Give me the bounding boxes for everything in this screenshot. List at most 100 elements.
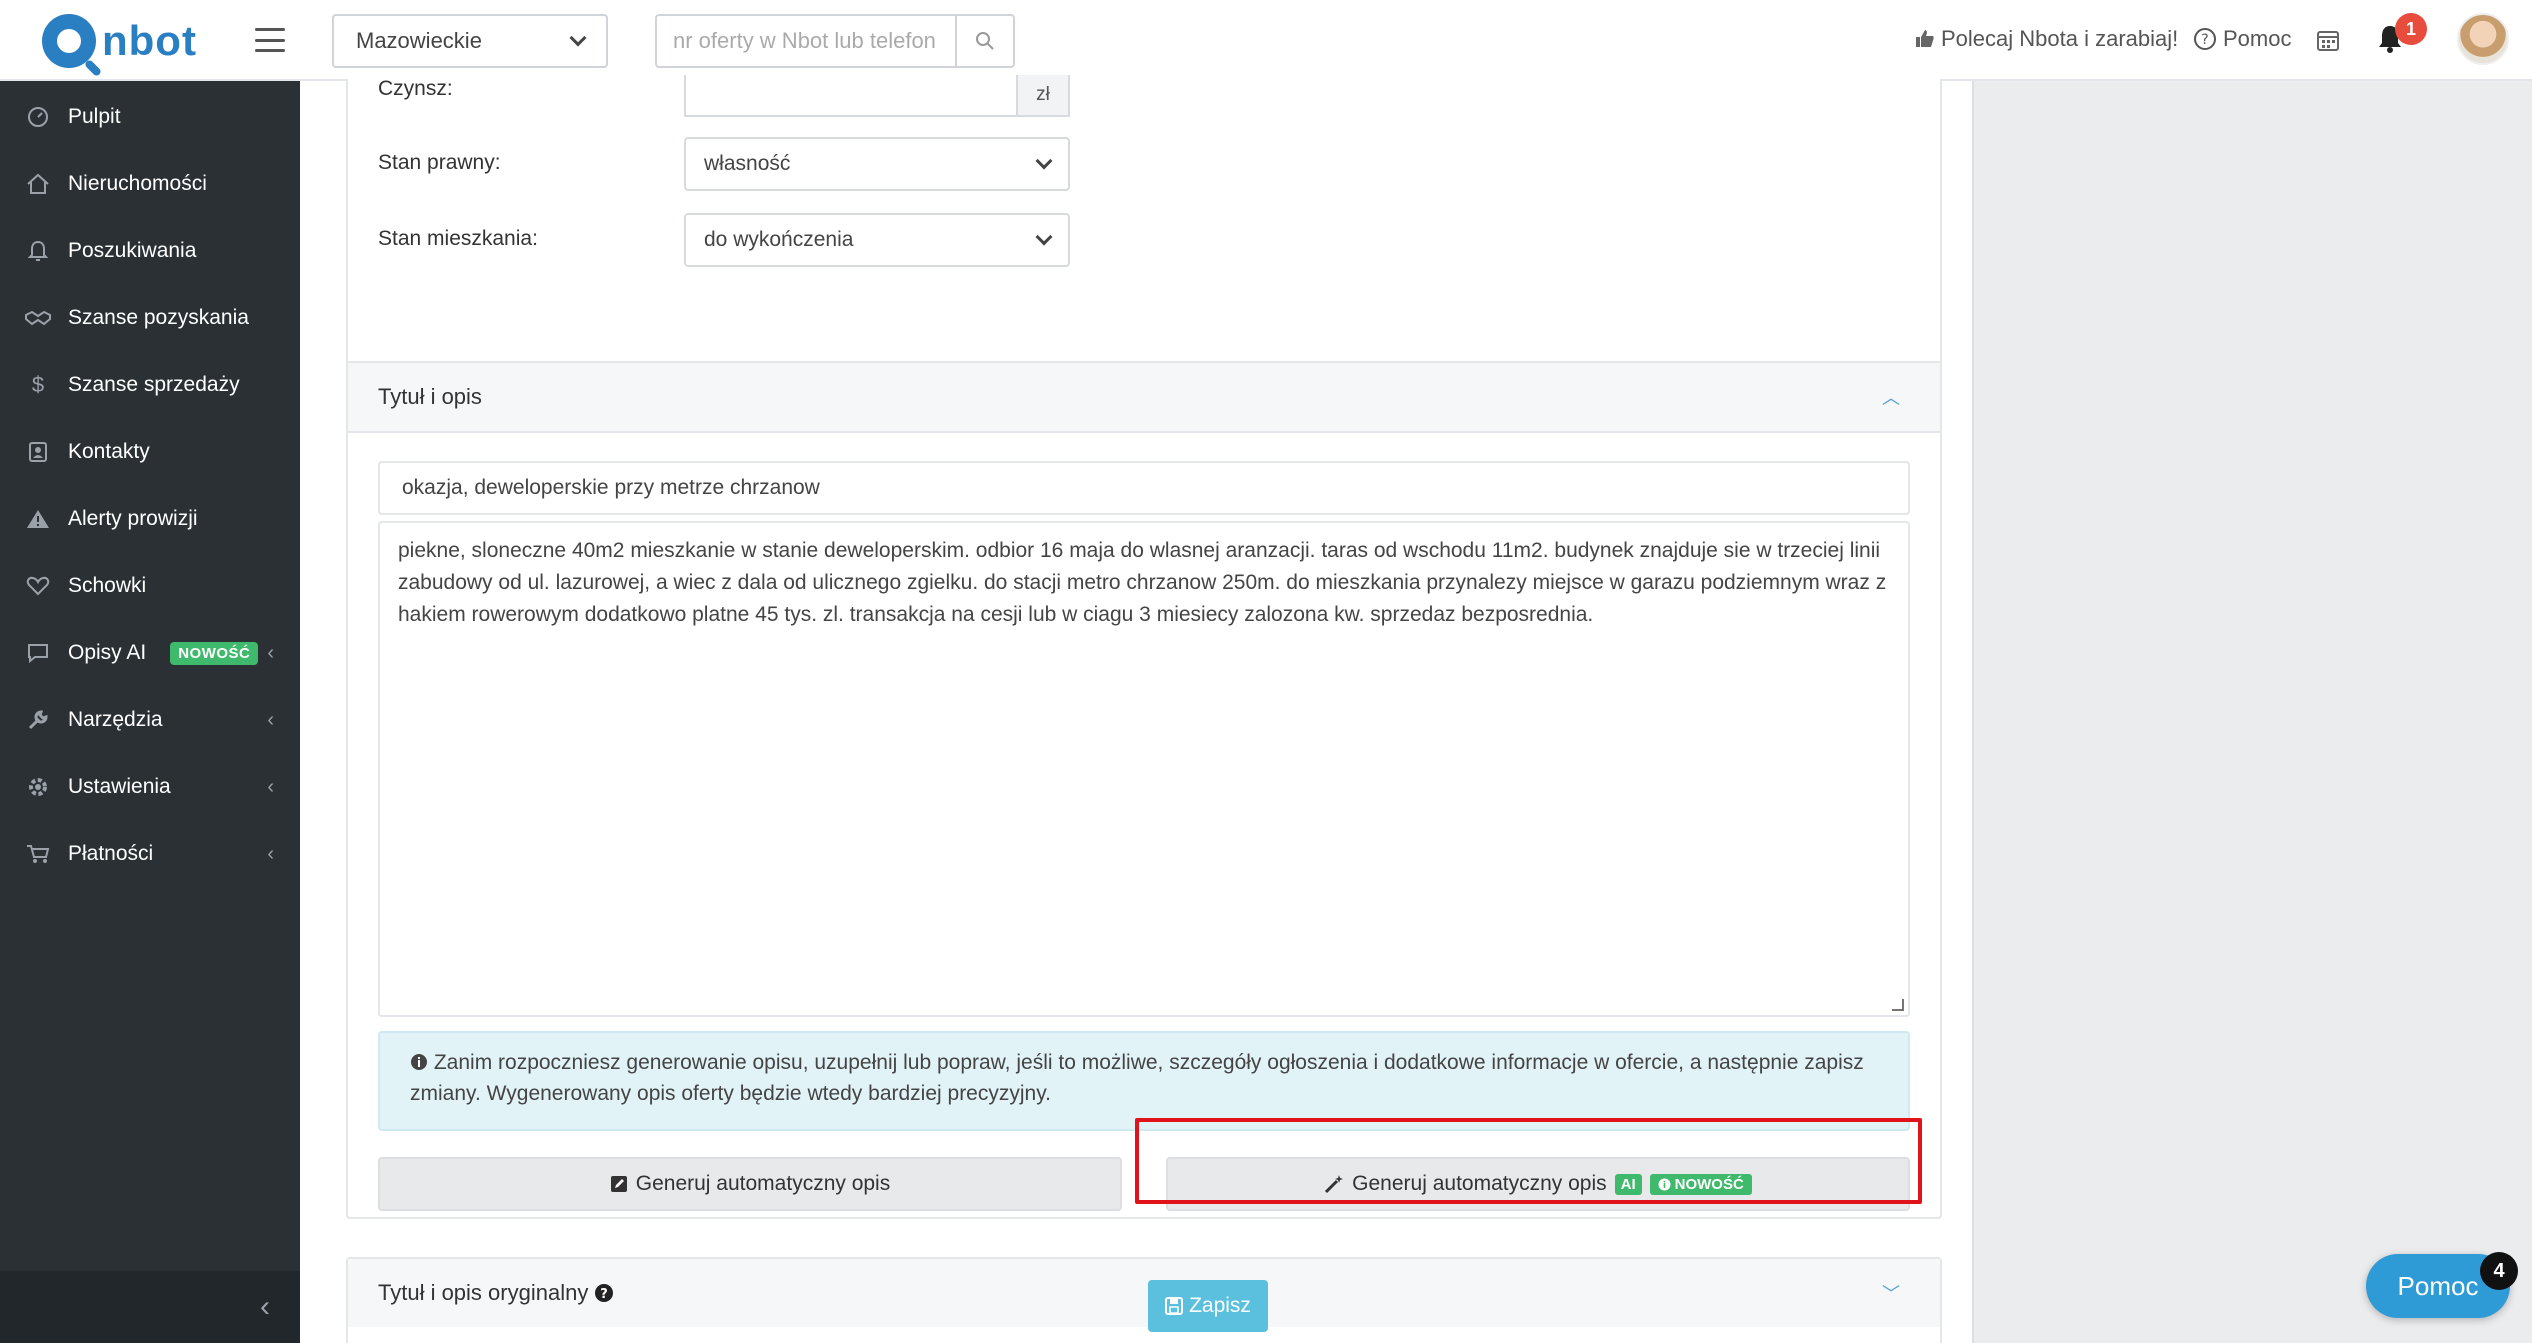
dollar-icon: $ [31, 372, 45, 397]
czynsz-unit: zł [1016, 75, 1070, 117]
search-button[interactable] [955, 16, 1013, 66]
sidebar-item-label: Kontakty [68, 440, 150, 463]
title-description-card: Tytuł i opis ︿ okazja, deweloperskie prz… [346, 361, 1942, 1219]
sidebar-item-schowki[interactable]: Schowki [0, 553, 300, 619]
sidebar-item-label: Narzędzia [68, 708, 163, 731]
hamburger-menu-icon[interactable] [255, 28, 285, 52]
generate-description-button[interactable]: Generuj automatyczny opis [378, 1157, 1122, 1211]
chevron-down-icon: ﹀ [1882, 1284, 1900, 1304]
highlight-box [1135, 1118, 1922, 1204]
chevron-down-icon [1035, 228, 1053, 246]
dashboard-icon [24, 106, 52, 128]
help-chat-label: Pomoc [2397, 1270, 2479, 1301]
sidebar-item-label: Szanse pozyskania [68, 306, 249, 329]
sidebar-item-label: Ustawienia [68, 775, 171, 798]
property-details-card: Czynsz: zł Stan prawny: własność Stan mi… [346, 75, 1942, 405]
right-gutter [1972, 81, 2532, 1343]
edit-icon [610, 1176, 627, 1192]
stan-mieszkania-label: Stan mieszkania: [378, 227, 538, 250]
save-button[interactable]: Zapisz [1148, 1280, 1268, 1332]
nbot-logo[interactable]: nbot [42, 14, 197, 78]
info-circle-icon [411, 1054, 427, 1070]
sidebar-item-alerty-prowizji[interactable]: Alerty prowizji [0, 486, 300, 552]
stan-prawny-value: własność [704, 152, 791, 175]
new-badge: NOWOŚĆ [170, 641, 259, 665]
sidebar-item-szanse-pozyskania[interactable]: Szanse pozyskania [0, 285, 300, 351]
generation-info-text: Zanim rozpoczniesz generowanie opisu, uz… [410, 1051, 1864, 1105]
contacts-icon [24, 441, 52, 463]
thumbs-up-icon [1916, 30, 1934, 47]
sidebar-item-label: Alerty prowizji [68, 507, 198, 530]
sidebar-item-label: Pulpit [68, 105, 121, 128]
wrench-icon [24, 709, 52, 731]
stan-mieszkania-value: do wykończenia [704, 228, 854, 251]
chevron-left-icon: ‹ [267, 708, 274, 731]
sidebar-item-label: Nieruchomości [68, 172, 207, 195]
warning-icon [24, 508, 52, 530]
question-circle-icon: ? [2194, 28, 2216, 50]
chevron-left-icon: ‹ [267, 641, 274, 664]
original-title-description-header[interactable]: Tytuł i opis oryginalny ? ﹀ [348, 1259, 1940, 1327]
question-circle-icon: ? [595, 1284, 614, 1302]
search-icon [976, 32, 994, 50]
sidebar-item-label: Płatności [68, 842, 154, 865]
sidebar-item-nieruchomosci[interactable]: Nieruchomości [0, 151, 300, 217]
stan-mieszkania-select[interactable]: do wykończenia [684, 213, 1070, 267]
sidebar-item-opisy-ai[interactable]: Opisy AI NOWOŚĆ ‹ [0, 620, 300, 686]
gear-icon [24, 776, 52, 798]
chevron-left-icon: ‹ [267, 775, 274, 798]
title-description-header[interactable]: Tytuł i opis ︿ [348, 363, 1940, 433]
sidebar-item-szanse-sprzedazy[interactable]: $ Szanse sprzedaży [0, 352, 300, 418]
home-icon [24, 173, 52, 195]
svg-text:?: ? [601, 1287, 609, 1302]
search-box [655, 14, 1015, 68]
czynsz-input[interactable] [684, 75, 1018, 117]
chevron-down-icon [569, 29, 587, 47]
calendar-icon[interactable] [2316, 28, 2340, 52]
sidebar-collapse-button[interactable]: ‹ [0, 1271, 300, 1343]
original-title-description-card: Tytuł i opis oryginalny ? ﹀ [346, 1257, 1942, 1343]
heart-icon [24, 576, 52, 596]
sidebar-item-poszukiwania[interactable]: Poszukiwania [0, 218, 300, 284]
generation-info-alert: Zanim rozpoczniesz generowanie opisu, uz… [378, 1031, 1910, 1131]
offer-description-text: piekne, sloneczne 40m2 mieszkanie w stan… [398, 539, 1887, 626]
resize-handle-icon[interactable] [1892, 999, 1904, 1011]
sidebar-item-ustawienia[interactable]: Ustawienia ‹ [0, 754, 300, 820]
logo-magnifier-icon [42, 14, 103, 78]
sidebar-item-kontakty[interactable]: Kontakty [0, 419, 300, 485]
recommend-link[interactable]: Polecaj Nbota i zarabiaj! [1915, 26, 2178, 52]
notifications-count-badge: 1 [2395, 13, 2427, 45]
handshake-icon [24, 309, 52, 327]
sidebar-item-label: Schowki [68, 574, 147, 597]
stan-prawny-label: Stan prawny: [378, 151, 501, 174]
help-chat-count-badge: 4 [2480, 1252, 2518, 1290]
top-navbar: nbot Mazowieckie Polecaj Nbota i zarabia… [0, 0, 2532, 81]
logo-text: nbot [102, 17, 197, 64]
offer-title-input[interactable]: okazja, deweloperskie przy metrze chrzan… [378, 461, 1910, 515]
region-select[interactable]: Mazowieckie [332, 14, 608, 68]
stan-prawny-select[interactable]: własność [684, 137, 1070, 191]
sidebar-item-narzedzia[interactable]: Narzędzia ‹ [0, 687, 300, 753]
recommend-label: Polecaj Nbota i zarabiaj! [1941, 26, 2179, 51]
help-link[interactable]: ? Pomoc [2193, 26, 2291, 52]
chevron-down-icon [1035, 152, 1053, 170]
czynsz-label: Czynsz: [378, 77, 453, 100]
cart-icon [24, 843, 52, 865]
bell-icon [24, 240, 52, 262]
chevron-up-icon: ︿ [1882, 388, 1900, 408]
sidebar-item-platnosci[interactable]: Płatności ‹ [0, 821, 300, 887]
card-title: Tytuł i opis oryginalny [378, 1280, 589, 1305]
sidebar-item-label: Poszukiwania [68, 239, 197, 262]
search-input[interactable] [657, 16, 955, 66]
card-title: Tytuł i opis [378, 384, 482, 409]
chevron-left-icon: ‹ [260, 1290, 270, 1323]
user-avatar[interactable] [2457, 13, 2509, 65]
comment-icon [24, 643, 52, 663]
sidebar-item-label: Szanse sprzedaży [68, 373, 240, 396]
offer-description-textarea[interactable]: piekne, sloneczne 40m2 mieszkanie w stan… [378, 521, 1910, 1017]
sidebar-item-pulpit[interactable]: Pulpit [0, 84, 300, 150]
save-label: Zapisz [1189, 1294, 1251, 1317]
help-label: Pomoc [2223, 26, 2292, 51]
sidebar-item-label: Opisy AI [68, 641, 147, 664]
sidebar: Pulpit Nieruchomości Poszukiwania Szanse… [0, 81, 300, 1343]
